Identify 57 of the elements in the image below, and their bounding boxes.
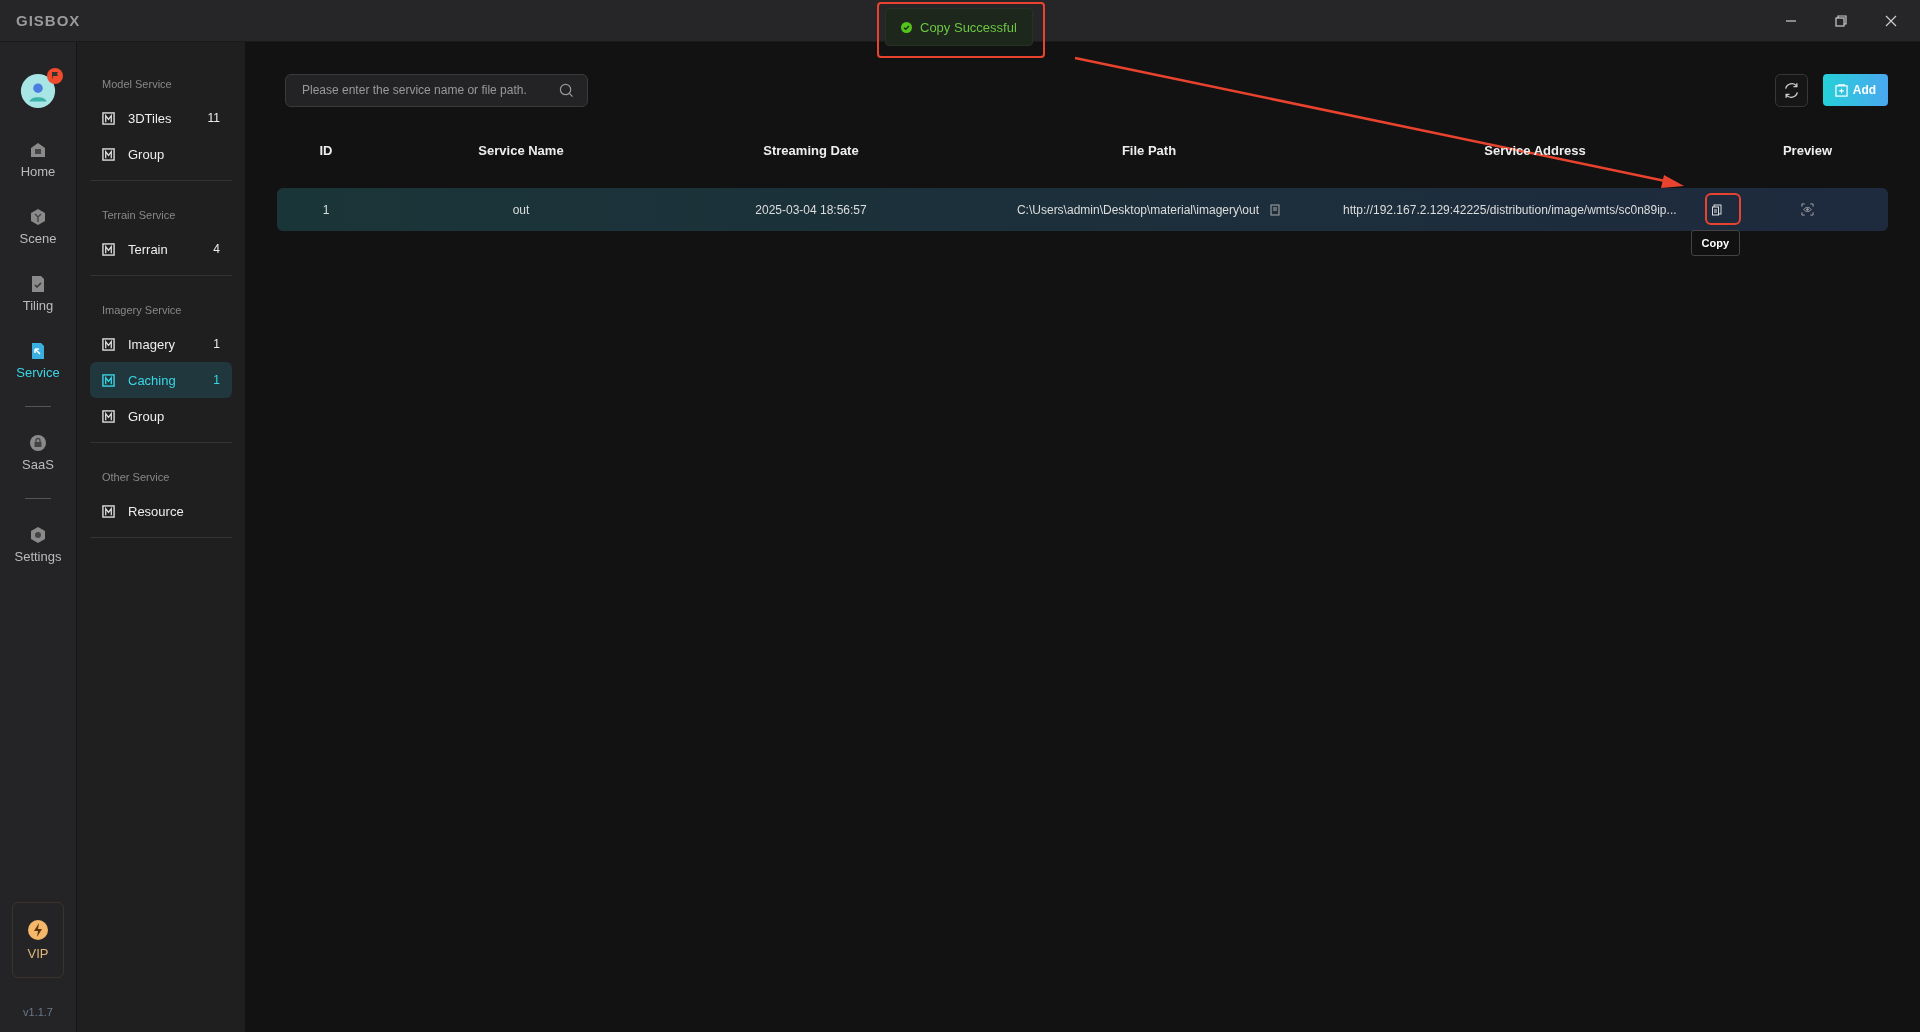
- nav-item[interactable]: Service: [0, 327, 76, 394]
- section-title: Other Service: [102, 471, 171, 483]
- section-title: Imagery Service: [102, 304, 183, 316]
- close-icon[interactable]: [1884, 13, 1898, 28]
- layer-icon: [102, 409, 115, 423]
- document-icon[interactable]: [1269, 203, 1282, 216]
- layer-icon: [102, 337, 115, 351]
- section-title: Model Service: [102, 78, 173, 90]
- lock-icon: [28, 433, 48, 453]
- search-field[interactable]: Please enter the service name or file path.: [285, 73, 588, 107]
- layer-icon: [102, 242, 115, 256]
- column-header: Service Name: [477, 142, 565, 158]
- nav-item[interactable]: SaaS: [0, 419, 76, 486]
- layer-icon: [102, 504, 115, 518]
- avatar-icon[interactable]: [19, 72, 57, 110]
- sidebar-item[interactable]: Caching 1: [90, 362, 232, 398]
- sidebar-item[interactable]: Imagery 1: [90, 326, 232, 362]
- check-circle-icon: [901, 21, 912, 33]
- table-cell: http://192.167.2.129:42225/distribution/image/wmts/sc0n89ip...: [1343, 202, 1677, 217]
- sidebar-item[interactable]: 3DTiles 11: [90, 100, 232, 136]
- table-cell: 1: [322, 202, 330, 217]
- sidebar-item[interactable]: Group: [90, 136, 232, 172]
- search-icon: [559, 82, 574, 98]
- tooltip: Copy: [1690, 229, 1741, 256]
- sidebar-item[interactable]: Resource: [90, 493, 232, 529]
- nav-item[interactable]: Settings: [0, 511, 76, 578]
- annotation-box: [1705, 193, 1741, 225]
- layer-icon: [102, 147, 115, 161]
- nav-item[interactable]: Tiling: [0, 260, 76, 327]
- nav-item[interactable]: Scene: [0, 193, 76, 260]
- version-label: v1.1.7: [23, 1006, 53, 1018]
- lightning-icon: [28, 919, 48, 940]
- copy-icon[interactable]: [1710, 203, 1723, 216]
- hexagon-icon: [28, 525, 48, 545]
- sidebar-item[interactable]: Group: [90, 398, 232, 434]
- section-title: Terrain Service: [102, 209, 177, 221]
- table-cell: C:\Users\admin\Desktop\material\imagery\out: [1016, 202, 1260, 217]
- table-cell: 2025-03-04 18:56:57: [755, 202, 867, 217]
- nav-item[interactable]: Home: [0, 126, 76, 193]
- house-icon: [28, 140, 48, 160]
- restore-icon[interactable]: [1834, 13, 1848, 28]
- toast-text: Copy Successful: [920, 19, 1017, 35]
- column-header: ID: [318, 142, 334, 158]
- vip-button[interactable]: VIP: [12, 902, 64, 978]
- layer-icon: [102, 111, 115, 125]
- table-cell: out: [512, 202, 530, 217]
- cube-icon: [28, 207, 48, 227]
- column-header: Streaming Date: [762, 142, 860, 158]
- eye-scan-icon[interactable]: [1801, 203, 1814, 216]
- sidebar-item[interactable]: Terrain 4: [90, 231, 232, 267]
- column-header: Preview: [1781, 142, 1834, 158]
- column-header: File Path: [1120, 142, 1178, 158]
- layer-icon: [102, 373, 115, 387]
- plus-square-icon: [1834, 83, 1848, 97]
- flag-badge-icon: [47, 68, 63, 84]
- refresh-icon[interactable]: [1775, 73, 1808, 107]
- app-logo: GISBOX: [16, 12, 81, 29]
